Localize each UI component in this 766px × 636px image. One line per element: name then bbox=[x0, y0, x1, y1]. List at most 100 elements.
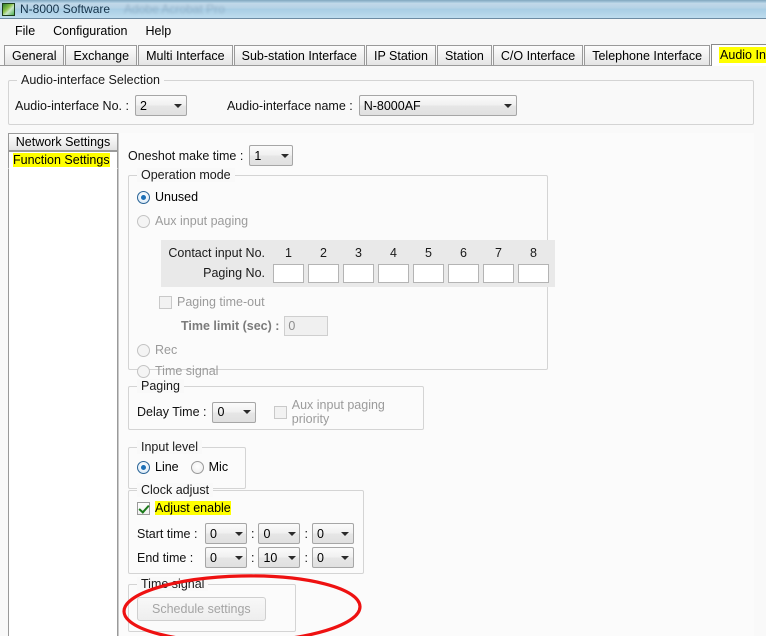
radio-line-label: Line bbox=[155, 460, 179, 474]
paging-input-1[interactable] bbox=[273, 263, 304, 283]
checkbox-adjust-enable[interactable]: Adjust enable bbox=[137, 501, 231, 515]
menu-item-configuration[interactable]: Configuration bbox=[44, 22, 136, 40]
radio-time-signal[interactable]: Time signal bbox=[137, 364, 218, 378]
checkbox-box-icon bbox=[137, 501, 150, 515]
paging-input-2[interactable] bbox=[308, 263, 339, 283]
time-separator: : bbox=[304, 526, 308, 541]
checkbox-aux-input-paging-priority[interactable]: Aux input paging priority bbox=[273, 398, 423, 426]
radio-aux-input-paging[interactable]: Aux input paging bbox=[137, 214, 248, 228]
paging-cell-7 bbox=[481, 263, 516, 283]
radio-rec[interactable]: Rec bbox=[137, 343, 177, 357]
tab-multi-interface[interactable]: Multi Interface bbox=[138, 45, 233, 66]
audio-interface-no-value: 2 bbox=[139, 98, 147, 113]
radio-mic[interactable]: Mic bbox=[190, 460, 228, 474]
time-limit-row: Time limit (sec) : bbox=[181, 316, 329, 336]
end-time-row: End time : 0 : 10 : 0 bbox=[137, 547, 354, 568]
start-time-second-value: 0 bbox=[316, 526, 324, 541]
paging-no-label: Paging No. bbox=[203, 266, 265, 280]
paging-cell-2 bbox=[306, 263, 341, 283]
application-window: N-8000 Software Adobe Acrobat Pro File C… bbox=[0, 0, 766, 636]
tab-exchange[interactable]: Exchange bbox=[65, 45, 138, 66]
tab-ip-station[interactable]: IP Station bbox=[365, 45, 436, 66]
paging-cell-4 bbox=[376, 263, 411, 283]
audio-interface-selection-legend: Audio-interface Selection bbox=[17, 73, 164, 87]
delay-time-label: Delay Time : bbox=[137, 405, 207, 419]
schedule-settings-button[interactable]: Schedule settings bbox=[137, 597, 266, 621]
tab-co-interface[interactable]: C/O Interface bbox=[492, 45, 584, 66]
oneshot-make-time-row: Oneshot make time : 1 bbox=[128, 145, 294, 166]
chevron-down-icon bbox=[171, 103, 186, 108]
chevron-down-icon bbox=[277, 153, 292, 158]
start-time-minute-dropdown[interactable]: 0 bbox=[258, 523, 301, 544]
menu-bar: File Configuration Help bbox=[0, 20, 766, 41]
audio-interface-no-label: Audio-interface No. : bbox=[15, 98, 129, 113]
radio-unused[interactable]: Unused bbox=[137, 190, 198, 204]
side-tab-function-settings[interactable]: Function Settings bbox=[8, 151, 118, 169]
end-time-second-dropdown[interactable]: 0 bbox=[311, 547, 354, 568]
tab-telephone-interface[interactable]: Telephone Interface bbox=[584, 45, 711, 66]
contact-input-table: Contact input No. 1 2 3 4 5 6 7 8 Paging… bbox=[161, 240, 555, 287]
paging-cell-3 bbox=[341, 263, 376, 283]
start-time-row: Start time : 0 : 0 : 0 bbox=[137, 523, 354, 544]
side-tab-network-settings[interactable]: Network Settings bbox=[8, 133, 118, 151]
paging-input-3[interactable] bbox=[343, 263, 374, 283]
paging-cell-5 bbox=[411, 263, 446, 283]
radio-time-signal-label: Time signal bbox=[155, 364, 219, 378]
chevron-down-icon bbox=[284, 555, 299, 560]
paging-input-5[interactable] bbox=[413, 263, 444, 283]
start-time-minute-value: 0 bbox=[263, 526, 271, 541]
time-separator: : bbox=[251, 526, 255, 541]
end-time-hour-value: 0 bbox=[210, 550, 217, 565]
window-title: N-8000 Software bbox=[20, 2, 111, 16]
tab-general[interactable]: General bbox=[4, 45, 65, 66]
contact-col-8: 8 bbox=[530, 246, 537, 260]
checkbox-box-icon bbox=[159, 295, 172, 309]
side-tab-content-panel bbox=[8, 151, 118, 636]
end-time-hour-dropdown[interactable]: 0 bbox=[205, 547, 247, 568]
delay-time-dropdown[interactable]: 0 bbox=[212, 401, 256, 423]
tab-station[interactable]: Station bbox=[436, 45, 492, 66]
start-time-hour-dropdown[interactable]: 0 bbox=[205, 523, 247, 544]
paging-input-4[interactable] bbox=[378, 263, 409, 283]
oneshot-make-time-dropdown[interactable]: 1 bbox=[249, 145, 294, 166]
menu-item-file[interactable]: File bbox=[6, 22, 44, 40]
time-signal-legend: Time signal bbox=[137, 577, 209, 591]
chevron-down-icon bbox=[240, 410, 255, 414]
radio-dot-icon bbox=[137, 364, 150, 378]
paging-input-8[interactable] bbox=[518, 263, 549, 283]
radio-rec-label: Rec bbox=[155, 343, 178, 357]
start-time-hour-value: 0 bbox=[210, 526, 217, 541]
oneshot-make-time-label: Oneshot make time : bbox=[128, 148, 244, 163]
radio-line[interactable]: Line bbox=[137, 460, 179, 474]
time-separator: : bbox=[251, 550, 255, 565]
time-limit-input[interactable] bbox=[284, 316, 329, 336]
radio-aux-input-paging-label: Aux input paging bbox=[155, 214, 249, 228]
checkbox-paging-timeout[interactable]: Paging time-out bbox=[159, 295, 265, 309]
checkbox-aux-input-paging-priority-label: Aux input paging priority bbox=[291, 398, 385, 426]
paging-input-7[interactable] bbox=[483, 263, 514, 283]
audio-interface-no-dropdown[interactable]: 2 bbox=[134, 95, 187, 116]
delay-time-value: 0 bbox=[217, 405, 225, 419]
window-titlebar: N-8000 Software Adobe Acrobat Pro bbox=[0, 0, 766, 19]
start-time-second-dropdown[interactable]: 0 bbox=[311, 523, 354, 544]
tab-sub-station-interface[interactable]: Sub-station Interface bbox=[233, 45, 365, 66]
paging-cell-6 bbox=[446, 263, 481, 283]
start-time-label: Start time : bbox=[137, 526, 198, 541]
audio-interface-name-dropdown[interactable]: N-8000AF bbox=[358, 95, 517, 116]
input-level-legend: Input level bbox=[137, 440, 202, 454]
clock-adjust-legend: Clock adjust bbox=[137, 483, 214, 497]
end-time-minute-dropdown[interactable]: 10 bbox=[258, 547, 301, 568]
tab-audio-interface[interactable]: Audio Interface bbox=[711, 44, 766, 66]
end-time-minute-value: 10 bbox=[263, 550, 278, 565]
tab-content-audio-interface: Audio-interface Selection Audio-interfac… bbox=[0, 66, 766, 636]
side-tab-strip: Network Settings Function Settings bbox=[8, 133, 118, 169]
menu-item-help[interactable]: Help bbox=[137, 22, 181, 40]
time-signal-group: Time signal Schedule settings bbox=[128, 577, 296, 632]
clock-adjust-group: Clock adjust Adjust enable Start time : … bbox=[128, 483, 364, 574]
checkbox-paging-timeout-label: Paging time-out bbox=[177, 295, 265, 309]
chevron-down-icon bbox=[231, 531, 246, 536]
end-time-second-value: 0 bbox=[316, 550, 324, 565]
paging-input-6[interactable] bbox=[448, 263, 479, 283]
time-limit-label: Time limit (sec) : bbox=[181, 319, 280, 333]
radio-dot-icon bbox=[137, 190, 150, 204]
